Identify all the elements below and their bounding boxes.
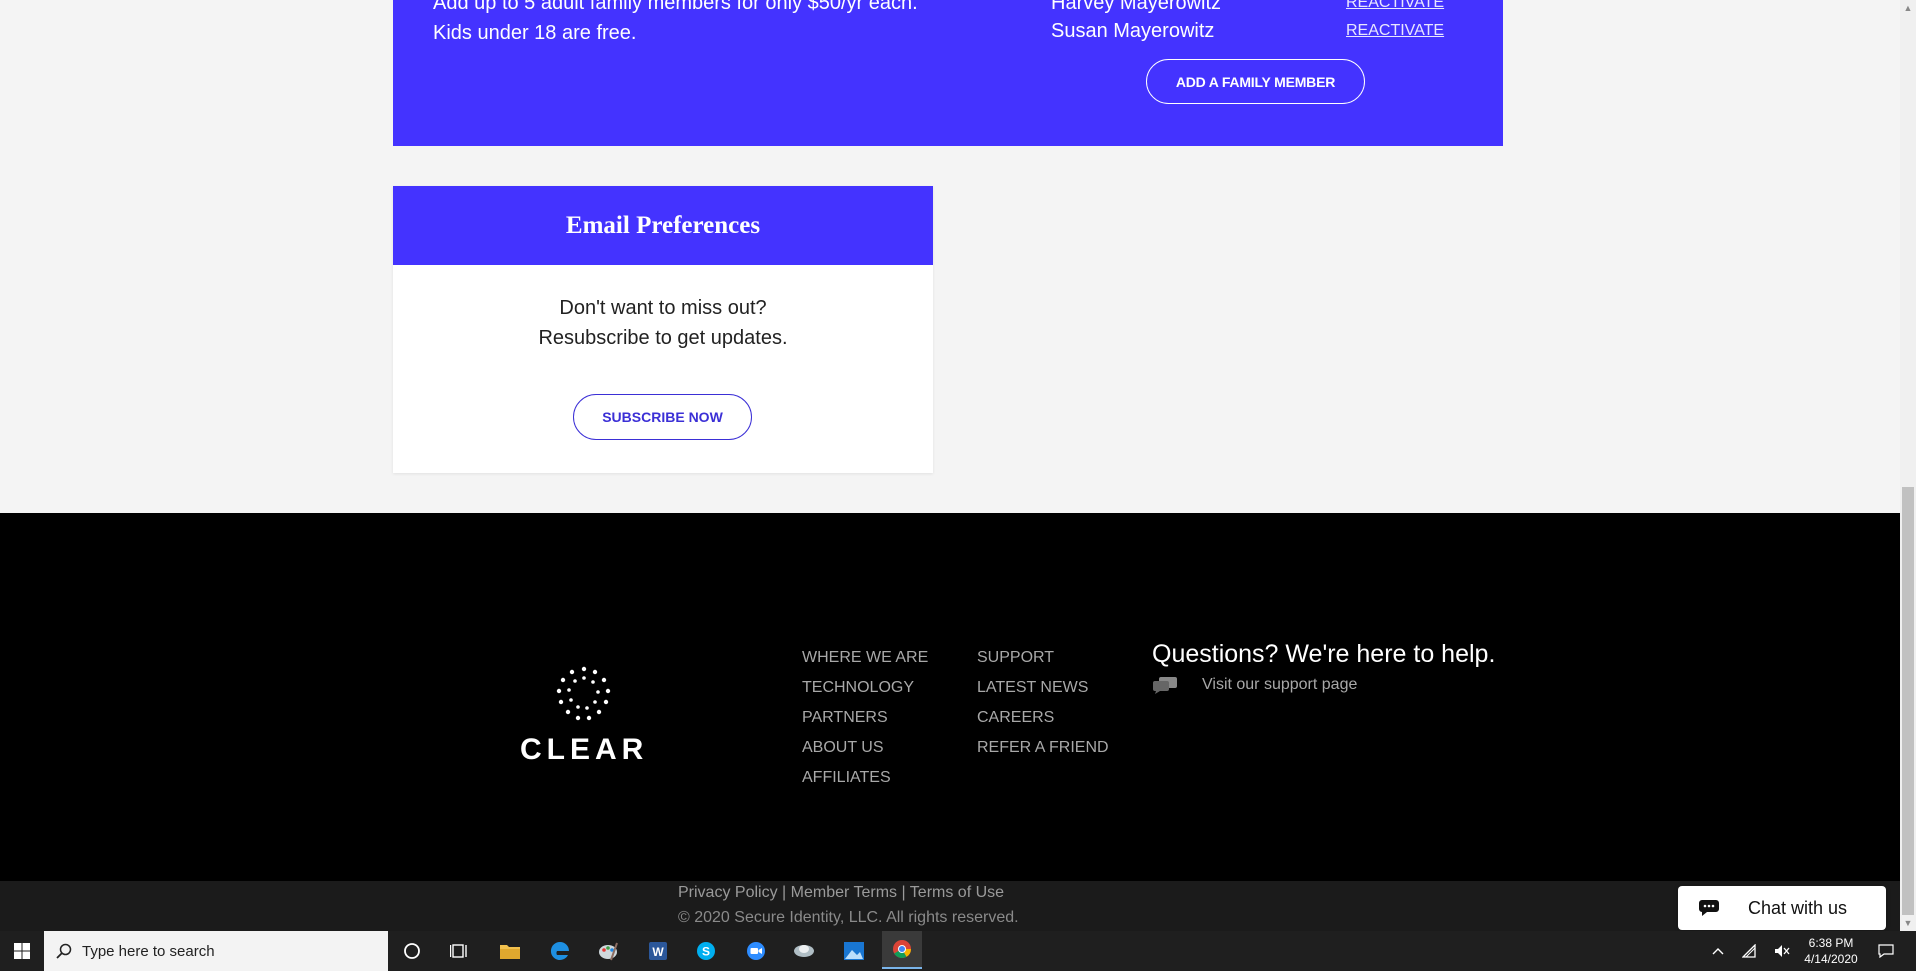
scrollbar-thumb[interactable] <box>1902 487 1914 915</box>
file-explorer-icon[interactable] <box>490 935 530 967</box>
footer-link-careers[interactable]: CAREERS <box>977 703 1109 733</box>
chat-bubbles-icon <box>1153 677 1177 694</box>
windows-taskbar: Type here to search W S 6:38 PM 4/14/202… <box>0 931 1916 971</box>
photos-icon[interactable] <box>834 935 874 967</box>
app-icon[interactable] <box>784 935 824 967</box>
show-hidden-icons-chevron-icon[interactable] <box>1706 931 1730 971</box>
add-family-member-button[interactable]: ADD A FAMILY MEMBER <box>1146 59 1365 104</box>
family-member-row: Susan Mayerowitz REACTIVATE <box>1051 20 1451 50</box>
windows-logo-icon <box>14 943 30 959</box>
clock-date: 4/14/2020 <box>1804 952 1858 966</box>
legal-separator: | <box>901 884 906 901</box>
footer-link-affiliates[interactable]: AFFILIATES <box>802 763 928 793</box>
page-scrollbar[interactable]: ▲ ▼ <box>1900 0 1916 931</box>
email-line-1: Don't want to miss out? <box>559 297 767 319</box>
reactivate-link[interactable]: REACTIVATE <box>1346 22 1444 40</box>
privacy-policy-link[interactable]: Privacy Policy <box>678 884 778 901</box>
member-name: Harvey Mayerowitz <box>1051 0 1222 14</box>
family-description: Add up to 5 adult family members for onl… <box>433 0 918 44</box>
action-center-icon[interactable] <box>1872 931 1900 971</box>
word-icon[interactable]: W <box>638 935 678 967</box>
footer-link-about-us[interactable]: ABOUT US <box>802 733 928 763</box>
footer-nav-col-1: WHERE WE ARE TECHNOLOGY PARTNERS ABOUT U… <box>802 643 928 793</box>
site-footer: CLEAR WHERE WE ARE TECHNOLOGY PARTNERS A… <box>0 513 1900 881</box>
member-name: Susan Mayerowitz <box>1051 20 1215 42</box>
footer-nav-col-2: SUPPORT LATEST NEWS CAREERS REFER A FRIE… <box>977 643 1109 763</box>
footer-link-technology[interactable]: TECHNOLOGY <box>802 673 928 703</box>
zoom-icon[interactable] <box>736 935 776 967</box>
footer-link-refer-a-friend[interactable]: REFER A FRIEND <box>977 733 1109 763</box>
logo-text: CLEAR <box>520 733 649 766</box>
chat-with-us-button[interactable]: Chat with us <box>1678 886 1886 930</box>
scroll-down-arrow-icon[interactable]: ▼ <box>1900 915 1916 931</box>
clear-logo-icon <box>556 666 611 721</box>
chat-label: Chat with us <box>1748 897 1848 918</box>
email-preferences-message: Don't want to miss out? Resubscribe to g… <box>393 293 933 353</box>
cortana-icon[interactable] <box>392 935 432 967</box>
search-placeholder: Type here to search <box>82 942 215 960</box>
chat-icon <box>1699 900 1719 916</box>
copyright-text: © 2020 Secure Identity, LLC. All rights … <box>678 909 1019 926</box>
clock-time: 6:38 PM <box>1808 936 1854 950</box>
terms-of-use-link[interactable]: Terms of Use <box>910 884 1004 901</box>
member-terms-link[interactable]: Member Terms <box>791 884 897 901</box>
footer-link-support[interactable]: SUPPORT <box>977 643 1109 673</box>
subscribe-now-button[interactable]: SUBSCRIBE NOW <box>573 394 752 440</box>
support-row: Visit our support page <box>1152 676 1357 694</box>
legal-links: Privacy Policy | Member Terms | Terms of… <box>678 884 1004 902</box>
footer-link-where-we-are[interactable]: WHERE WE ARE <box>802 643 928 673</box>
help-title: Questions? We're here to help. <box>1152 640 1496 668</box>
support-page-link[interactable]: Visit our support page <box>1202 676 1357 694</box>
legal-separator: | <box>782 884 787 901</box>
footer-link-partners[interactable]: PARTNERS <box>802 703 928 733</box>
scroll-up-arrow-icon[interactable]: ▲ <box>1900 0 1916 16</box>
email-preferences-card: Email Preferences Don't want to miss out… <box>393 186 933 473</box>
volume-muted-icon[interactable] <box>1770 931 1794 971</box>
taskbar-clock[interactable]: 6:38 PM 4/14/2020 <box>1796 935 1866 967</box>
clear-logo[interactable]: CLEAR <box>520 665 648 767</box>
email-preferences-title: Email Preferences <box>393 186 933 265</box>
paint-app-icon[interactable] <box>588 935 628 967</box>
skype-icon[interactable]: S <box>686 935 726 967</box>
chrome-icon[interactable] <box>882 931 922 969</box>
svg-text:S: S <box>702 945 710 959</box>
windows-start-button[interactable] <box>0 931 44 971</box>
taskbar-search-box[interactable]: Type here to search <box>44 931 388 971</box>
family-member-row: Harvey Mayerowitz REACTIVATE <box>1051 0 1451 22</box>
search-icon <box>56 943 72 959</box>
wifi-icon[interactable] <box>1738 931 1762 971</box>
svg-text:W: W <box>652 945 664 959</box>
footer-link-latest-news[interactable]: LATEST NEWS <box>977 673 1109 703</box>
reactivate-link[interactable]: REACTIVATE <box>1346 0 1444 12</box>
legal-bar: Privacy Policy | Member Terms | Terms of… <box>0 881 1900 931</box>
email-line-2: Resubscribe to get updates. <box>538 327 788 349</box>
edge-browser-icon[interactable] <box>540 935 580 967</box>
task-view-icon[interactable] <box>440 935 480 967</box>
family-members-card: Add up to 5 adult family members for onl… <box>393 0 1503 146</box>
